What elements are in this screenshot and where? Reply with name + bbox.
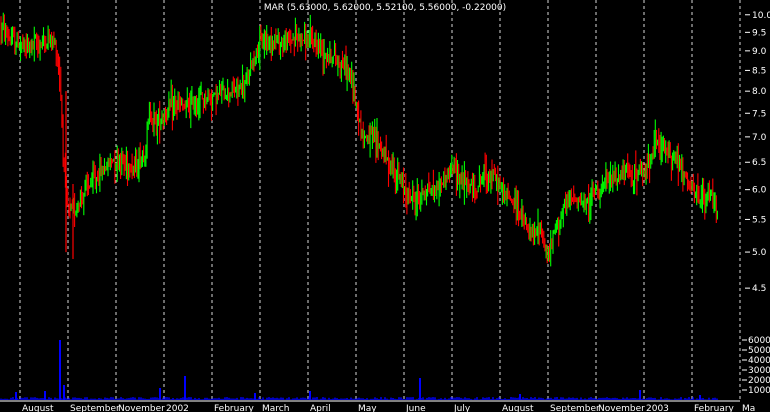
price-tick-label: 6.0 (752, 186, 767, 196)
volume-bars (0, 340, 718, 400)
x-tick-label: September (70, 404, 120, 412)
volume-tick-label: 1000 (748, 386, 770, 396)
x-tick-label: 2002 (166, 404, 189, 412)
volume-tick-label: 6000 (748, 336, 770, 346)
volume-tick-label: 3000 (748, 366, 770, 376)
x-tick-label: April (310, 404, 331, 412)
price-tick-label: 5.0 (752, 248, 767, 258)
price-tick-label: 9.0 (752, 47, 767, 57)
x-tick-label: March (262, 404, 289, 412)
x-tick-label: February (214, 404, 255, 412)
x-axis: August SeptemberNovember 2002 February March… (0, 400, 755, 412)
x-tick-label: 2003 (646, 404, 669, 412)
price-tick-label: 7.0 (752, 133, 767, 143)
x-tick-label: June (405, 404, 426, 412)
volume-tick-label: 5000 (748, 346, 770, 356)
x-tick-label: November (118, 404, 165, 412)
x-tick-label: September (550, 404, 600, 412)
x-tick-label: Ma (742, 404, 755, 412)
volume-axis: 600050004000300020001000 (742, 336, 770, 396)
price-tick-label: 9.5 (752, 28, 766, 38)
x-tick-label: August (502, 404, 534, 412)
x-tick-label: May (358, 404, 377, 412)
x-tick-label: August (22, 404, 54, 412)
price-tick-label: 8.5 (752, 66, 766, 76)
stock-chart: 10.0 9.5 9.0 8.5 8.0 7.5 7.0 6.5 6.0 5.5 5.0 4.5 60… (0, 0, 770, 412)
price-tick-label: 4.5 (752, 284, 766, 294)
price-axis: 10.0 9.5 9.0 8.5 8.0 7.5 7.0 6.5 6.0 5.5 5.0 4.5 (745, 11, 770, 294)
price-tick-label: 5.5 (752, 215, 766, 225)
volume-tick-label: 2000 (748, 376, 770, 386)
price-tick-label: 7.5 (752, 109, 766, 119)
vertical-gridlines (19, 0, 741, 400)
price-tick-label: 6.5 (752, 158, 766, 168)
x-tick-label: February (694, 404, 735, 412)
price-candles (0, 12, 718, 267)
volume-tick-label: 4000 (748, 356, 770, 366)
x-tick-label: November (598, 404, 645, 412)
price-tick-label: 8.0 (752, 87, 767, 97)
chart-title: MAR (5.63000, 5.62000, 5.52100, 5.56000,… (264, 3, 506, 13)
price-tick-label: 10.0 (752, 11, 770, 21)
x-tick-label: July (453, 404, 471, 412)
